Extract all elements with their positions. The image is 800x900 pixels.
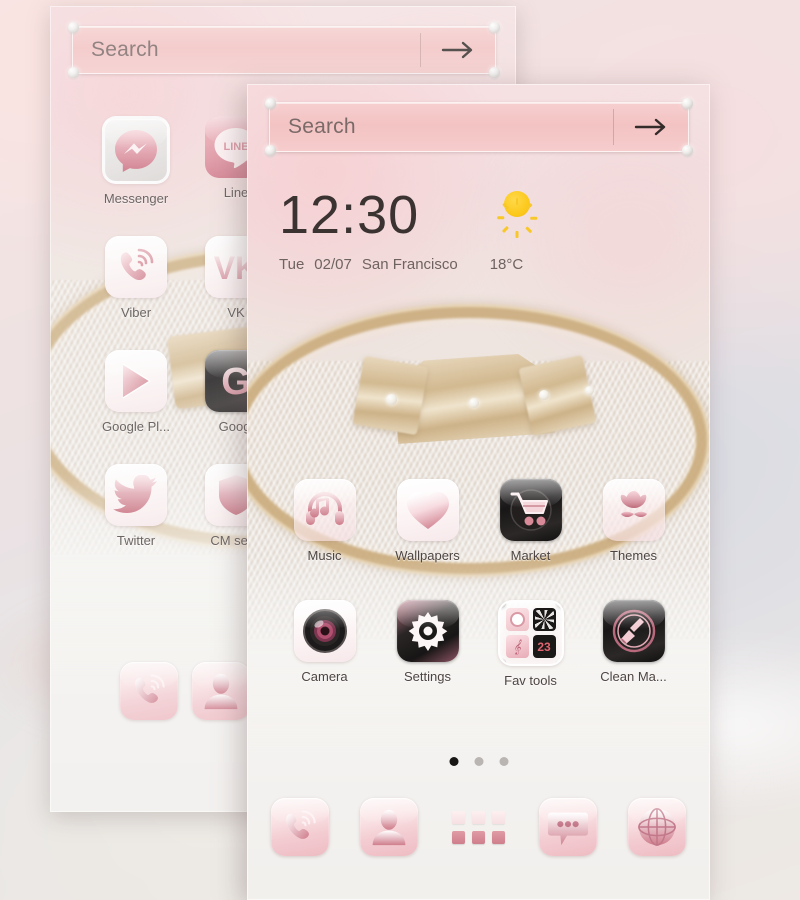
gem-rivet-icon [489,22,500,33]
disc-icon [505,608,529,631]
gem-rivet-icon [489,67,500,78]
calendar-23-icon: 23 [532,635,556,658]
search-bar-back[interactable]: Search [67,21,501,79]
app-label: Settings [404,669,451,684]
app-clean-master[interactable]: Clean Ma... [582,600,685,688]
app-label: Clean Ma... [600,669,667,684]
gem-rivet-icon [682,98,693,109]
app-label: Themes [610,548,657,563]
gem-rivet-icon [499,602,506,608]
app-google-play[interactable]: Google Pl... [86,350,186,434]
search-submit-button-back[interactable] [421,40,495,60]
clock-day: Tue [279,256,305,273]
dock-front [271,798,686,856]
launcher-preview-window-front[interactable]: Search 12:30 Tue 02/07 San Francisco 18°… [247,84,710,900]
phone-icon[interactable] [120,662,178,720]
gem-rivet-icon [682,145,693,156]
clock-weather-widget[interactable]: 12:30 Tue 02/07 San Francisco 18°C [279,188,679,273]
page-indicator[interactable] [449,757,508,766]
contacts-icon[interactable] [192,662,250,720]
gem-rivet-icon [68,22,79,33]
twitter-icon[interactable] [105,464,167,526]
clock-time: 12:30 [279,185,420,245]
app-grid-front: Music Wallpapers Market Themes Camera Se… [273,479,685,688]
note-icon: 𝄞 [505,635,529,658]
gem-rivet-icon [499,658,506,664]
music-headphones-icon[interactable] [293,479,356,541]
app-drawer-icon[interactable] [450,798,508,856]
app-settings[interactable]: Settings [376,600,479,688]
gear-icon[interactable] [396,600,459,662]
shopping-cart-icon[interactable] [499,479,562,541]
arrow-right-icon [441,41,473,59]
gem-rivet-icon [555,602,562,608]
arrow-right-icon [634,118,666,136]
heart-icon[interactable] [396,479,459,541]
app-label: Market [510,548,551,563]
app-camera[interactable]: Camera [273,600,376,688]
viber-icon[interactable] [105,236,167,298]
app-label: Fav tools [504,673,557,688]
app-label: Google Pl... [102,419,170,434]
gem-rivet-icon [68,67,79,78]
app-label: Wallpapers [395,548,460,563]
app-label: VK [227,305,245,320]
app-label: Music [307,548,342,563]
browser-globe-icon[interactable] [628,798,686,856]
app-fav-tools-folder[interactable]: 𝄞 23 Fav tools [479,600,582,688]
sunny-icon [497,184,537,238]
messages-icon[interactable] [538,798,597,856]
gem-rivet-icon [265,98,276,109]
phone-icon[interactable] [271,798,329,856]
app-wallpapers[interactable]: Wallpapers [376,479,479,563]
calendar-day-number: 23 [537,639,551,654]
app-label: Viber [120,305,152,320]
page-dot-2[interactable] [474,757,483,766]
tulip-icon[interactable] [602,479,665,541]
app-twitter[interactable]: Twitter [86,464,186,548]
broom-icon[interactable] [602,600,665,662]
app-label: Messenger [103,191,169,206]
search-input-back[interactable]: Search [73,38,420,62]
clock-date: 02/07 [314,256,352,273]
app-themes[interactable]: Themes [582,479,685,563]
camera-lens-icon[interactable] [293,600,356,662]
search-input-front[interactable]: Search [270,115,613,139]
svg-text:LINE: LINE [223,141,248,153]
clock-temperature: 18°C [489,256,524,273]
page-dot-1[interactable] [449,757,458,766]
app-music[interactable]: Music [273,479,376,563]
gem-rivet-icon [555,658,562,664]
app-viber-row2[interactable]: Viber [86,236,186,320]
dock-back [120,662,250,720]
app-label: Twitter [116,533,156,548]
search-submit-button-front[interactable] [614,117,688,137]
messenger-icon[interactable] [102,116,170,184]
page-dot-3[interactable] [499,757,508,766]
gem-rivet-icon [265,145,276,156]
google-play-icon[interactable] [105,350,167,412]
app-market[interactable]: Market [479,479,582,563]
app-messenger[interactable]: Messenger [86,116,186,206]
app-label: Line [223,185,249,200]
app-label: Camera [301,669,348,684]
contacts-icon[interactable] [360,798,419,856]
folder-fav-tools-icon[interactable]: 𝄞 23 [497,600,564,666]
fan-icon [532,608,556,631]
clock-city: San Francisco [361,256,458,273]
clock-subline: Tue 02/07 San Francisco 18°C [279,256,679,273]
search-bar-front[interactable]: Search [264,97,694,157]
